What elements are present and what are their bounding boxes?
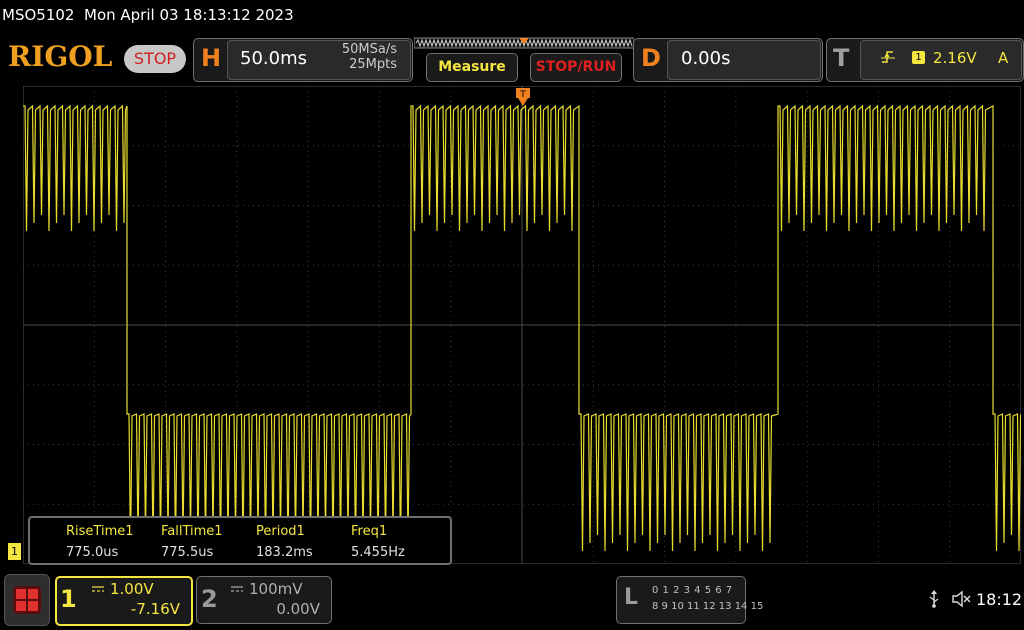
ch2-scale: 100mV (249, 580, 303, 598)
dc-coupling-icon (231, 586, 243, 592)
measurement-table[interactable]: RiseTime1 FallTime1 Period1 Freq1 775.0u… (28, 516, 452, 565)
measure-button[interactable]: Measure (426, 53, 518, 82)
menu-grid-icon (13, 586, 41, 614)
model-name: MSO5102 (2, 6, 75, 24)
ch2-offset: 0.00V (276, 600, 320, 618)
sample-rate-info: 50MSa/s 25Mpts (333, 42, 397, 72)
rigol-logo: RIGOL (8, 40, 113, 73)
trigger-mode: A (998, 49, 1009, 67)
meas-value-risetime: 775.0us (66, 545, 119, 560)
ch2-number: 2 (201, 585, 218, 613)
ch1-scale: 1.00V (110, 580, 154, 598)
timebase-value: 50.0ms (240, 48, 307, 69)
trigger-label: T (833, 44, 850, 72)
waveform-display[interactable] (23, 86, 1021, 564)
rising-edge-icon (881, 51, 895, 63)
ch1-number: 1 (60, 585, 77, 613)
datetime: Mon April 03 18:13:12 2023 (84, 6, 294, 24)
ch1-ground-marker[interactable]: 1 (8, 543, 21, 560)
meas-header-falltime: FallTime1 (161, 524, 223, 539)
memory-overview-bar (414, 37, 634, 49)
trigger-level: 2.16V (933, 49, 977, 67)
meas-header-freq: Freq1 (351, 524, 388, 539)
logic-channels-row1: 0 1 2 3 4 5 6 7 (652, 585, 733, 596)
sample-rate: 50MSa/s (341, 42, 397, 57)
meas-header-risetime: RiseTime1 (66, 524, 134, 539)
ch1-offset: -7.16V (130, 600, 180, 618)
memory-depth: 25Mpts (349, 57, 397, 72)
delay-label: D (641, 44, 661, 72)
status-clock: 18:12 (976, 590, 1023, 609)
run-state-badge[interactable]: STOP (124, 45, 186, 73)
stop-run-button[interactable]: STOP/RUN (530, 53, 622, 82)
meas-value-period: 183.2ms (256, 545, 313, 560)
speaker-muted-icon[interactable] (951, 590, 971, 608)
main-menu-button[interactable] (4, 574, 50, 626)
trigger-position-marker-icon: T (516, 88, 530, 106)
logic-channels-row2: 8 9 10 11 12 13 14 15 (652, 601, 764, 612)
title-bar-text: MSO5102 Mon April 03 18:13:12 2023 (2, 6, 294, 24)
logic-analyzer-label: L (624, 585, 639, 610)
delay-value: 0.00s (681, 48, 731, 69)
usb-icon (929, 590, 939, 608)
horizontal-label: H (201, 44, 222, 72)
meas-value-falltime: 775.5us (161, 545, 214, 560)
trigger-source-badge: 1 (912, 51, 925, 64)
meas-header-period: Period1 (256, 524, 305, 539)
dc-coupling-icon (92, 586, 104, 592)
meas-value-freq: 5.455Hz (351, 545, 405, 560)
